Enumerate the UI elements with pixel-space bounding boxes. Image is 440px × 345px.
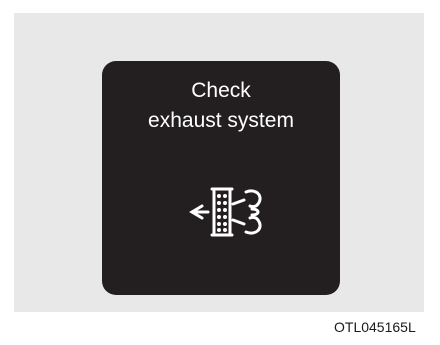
figure-code: OTL045165L [334,319,416,335]
message-line-2: exhaust system [148,109,294,132]
cluster-display: Check exhaust system [102,61,340,295]
exhaust-system-warning-icon [186,182,270,242]
message-line-1: Check [191,79,251,102]
